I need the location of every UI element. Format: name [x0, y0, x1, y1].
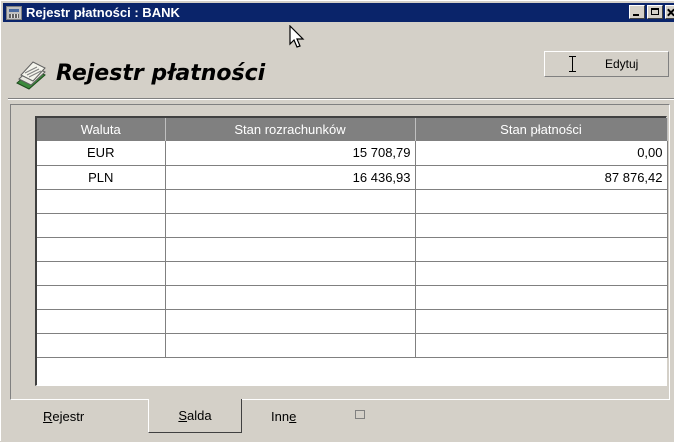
empty-cell[interactable] [415, 309, 668, 334]
empty-cell[interactable] [37, 189, 166, 214]
table-row[interactable]: PLN 16 436,93 87 876,42 [37, 165, 668, 190]
column-header-stan-rozrachunkow[interactable]: Stan rozrachunków [165, 118, 416, 141]
column-header-stan-platnosci[interactable]: Stan płatności [415, 118, 668, 141]
balance-grid[interactable]: Waluta Stan rozrachunków Stan płatności … [35, 116, 668, 386]
app-window: Rejestr płatności : BANK Rejestr płatnoś… [0, 0, 674, 441]
cell-rozrachunki[interactable]: 16 436,93 [165, 165, 416, 190]
cell-platnosci[interactable]: 87 876,42 [415, 165, 668, 190]
tab-label-accel: R [43, 408, 53, 424]
empty-row[interactable] [37, 213, 668, 238]
empty-cell[interactable] [37, 213, 166, 238]
close-button[interactable] [665, 5, 674, 19]
cell-platnosci[interactable]: 0,00 [415, 141, 668, 166]
balance-table: Waluta Stan rozrachunków Stan płatności … [37, 118, 668, 358]
minimize-button[interactable] [629, 5, 645, 19]
cell-waluta[interactable]: PLN [37, 165, 166, 190]
column-header-waluta[interactable]: Waluta [37, 118, 166, 141]
tab-label-accel: e [289, 408, 297, 424]
empty-cell[interactable] [165, 213, 416, 238]
title-bar[interactable]: Rejestr płatności : BANK [3, 3, 674, 22]
empty-cell[interactable] [415, 237, 668, 262]
table-row[interactable]: EUR 15 708,79 0,00 [37, 141, 668, 166]
tab-rejestr[interactable]: Rejestr [43, 401, 84, 431]
empty-cell[interactable] [415, 333, 668, 358]
edit-button-label: Edytuj [605, 57, 639, 71]
empty-cell[interactable] [415, 261, 668, 286]
empty-cell[interactable] [165, 309, 416, 334]
empty-row[interactable] [37, 285, 668, 310]
tab-salda[interactable]: Salda [148, 399, 242, 433]
tab-inne[interactable]: Inn e [271, 401, 296, 431]
tab-label-prefix: Inn [271, 408, 290, 424]
table-header-row: Waluta Stan rozrachunków Stan płatności [37, 118, 668, 141]
empty-cell[interactable] [165, 285, 416, 310]
page-title: Rejestr płatności [56, 61, 266, 86]
tab-label-suffix: ejestr [52, 408, 85, 424]
tab-label-suffix: alda [187, 408, 212, 423]
tab-overflow-indicator[interactable] [355, 410, 365, 419]
window-title: Rejestr płatności : BANK [26, 5, 180, 20]
tab-strip: Rejestr Salda Inn e [1, 399, 674, 442]
empty-cell[interactable] [37, 237, 166, 262]
empty-cell[interactable] [415, 213, 668, 238]
cell-rozrachunki[interactable]: 15 708,79 [165, 141, 416, 166]
empty-row[interactable] [37, 237, 668, 262]
empty-cell[interactable] [415, 189, 668, 214]
app-icon[interactable] [6, 5, 22, 20]
mouse-pointer-icon [289, 25, 305, 48]
empty-cell[interactable] [37, 309, 166, 334]
header-divider [8, 98, 674, 100]
empty-row[interactable] [37, 189, 668, 214]
edit-button[interactable]: Edytuj [544, 51, 669, 77]
empty-row[interactable] [37, 261, 668, 286]
empty-cell[interactable] [37, 261, 166, 286]
empty-row[interactable] [37, 309, 668, 334]
empty-cell[interactable] [37, 285, 166, 310]
maximize-button[interactable] [647, 5, 663, 19]
payments-icon [16, 61, 46, 90]
empty-cell[interactable] [165, 333, 416, 358]
empty-cell[interactable] [165, 237, 416, 262]
empty-row[interactable] [37, 333, 668, 358]
empty-cell[interactable] [415, 285, 668, 310]
empty-cell[interactable] [37, 333, 166, 358]
text-cursor-icon [567, 56, 579, 72]
tab-label-accel: S [178, 408, 188, 423]
window-controls [627, 5, 674, 19]
empty-cell[interactable] [165, 261, 416, 286]
cell-waluta[interactable]: EUR [37, 141, 166, 166]
empty-cell[interactable] [165, 189, 416, 214]
